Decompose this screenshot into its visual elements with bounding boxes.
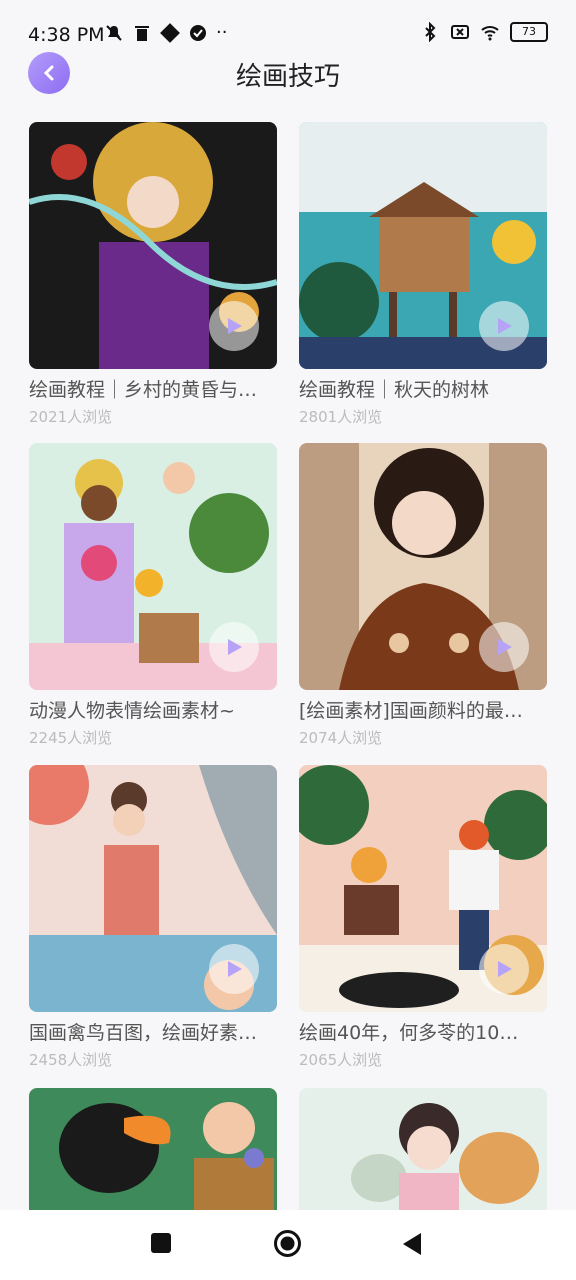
video-thumbnail: [299, 765, 547, 1012]
bluetooth-icon: [425, 22, 436, 42]
video-title: 绘画教程｜乡村的黄昏与…: [29, 379, 258, 401]
view-count: 2074人浏览: [299, 729, 383, 747]
video-card[interactable]: 绘画40年，何多苓的10… 2065人浏览: [299, 765, 547, 1070]
video-card[interactable]: 绘画教程｜乡村的黄昏与… 2021人浏览: [29, 122, 277, 427]
view-count: 2021人浏览: [29, 408, 113, 426]
video-card[interactable]: 国画禽鸟百图，绘画好素… 2458人浏览: [29, 765, 277, 1070]
play-icon: [498, 961, 512, 977]
trash-icon: [135, 25, 149, 41]
video-title: [绘画素材]国画颜料的最…: [299, 700, 523, 722]
recent-apps-button[interactable]: [150, 1232, 172, 1254]
page-title: 绘画技巧: [235, 62, 340, 92]
view-count: 2245人浏览: [29, 729, 113, 747]
back-nav-button[interactable]: [401, 1232, 423, 1256]
check-circle-icon: [190, 24, 206, 41]
play-icon: [228, 961, 242, 977]
thumbnail-image: [299, 1088, 547, 1210]
video-card[interactable]: 绘画教程｜秋天的树林 2801人浏览: [299, 122, 547, 427]
home-button[interactable]: [273, 1229, 302, 1258]
video-card[interactable]: [299, 1088, 547, 1210]
play-button[interactable]: [479, 622, 529, 672]
play-icon: [228, 318, 242, 334]
video-title: 绘画40年，何多苓的10…: [299, 1022, 519, 1044]
play-button[interactable]: [209, 944, 259, 994]
more-dots-icon: ··: [216, 22, 228, 43]
video-title: 动漫人物表情绘画素材~: [29, 700, 235, 722]
video-thumbnail: [29, 765, 277, 1012]
video-title: 国画禽鸟百图，绘画好素…: [29, 1022, 258, 1044]
view-count: 2801人浏览: [299, 408, 383, 426]
video-thumbnail: [29, 443, 277, 690]
video-thumbnail: [299, 443, 547, 690]
video-thumbnail: [29, 122, 277, 369]
play-button[interactable]: [209, 622, 259, 672]
video-title: 绘画教程｜秋天的树林: [299, 379, 490, 401]
play-button[interactable]: [479, 301, 529, 351]
video-card[interactable]: [29, 1088, 277, 1210]
view-count: 2458人浏览: [29, 1051, 113, 1069]
video-thumbnail: [299, 122, 547, 369]
play-button[interactable]: [209, 301, 259, 351]
video-thumbnail: [299, 1088, 547, 1210]
thumbnail-image: [29, 1088, 277, 1210]
play-icon: [228, 639, 242, 655]
play-icon: [498, 318, 512, 334]
mute-icon: [106, 24, 122, 41]
video-card[interactable]: [绘画素材]国画颜料的最… 2074人浏览: [299, 443, 547, 748]
no-sim-icon: [451, 25, 469, 39]
video-thumbnail: [29, 1088, 277, 1210]
view-count: 2065人浏览: [299, 1051, 383, 1069]
wifi-icon: [481, 26, 499, 41]
video-card[interactable]: 动漫人物表情绘画素材~ 2245人浏览: [29, 443, 277, 748]
play-icon: [498, 639, 512, 655]
play-button[interactable]: [479, 944, 529, 994]
status-time: 4:38 PM: [28, 24, 105, 46]
battery-icon: 73: [510, 22, 548, 42]
app-icon: [160, 22, 180, 43]
system-icons: 73: [420, 22, 548, 42]
system-nav-bar: [0, 1210, 576, 1280]
notification-icons: ··: [104, 22, 227, 43]
